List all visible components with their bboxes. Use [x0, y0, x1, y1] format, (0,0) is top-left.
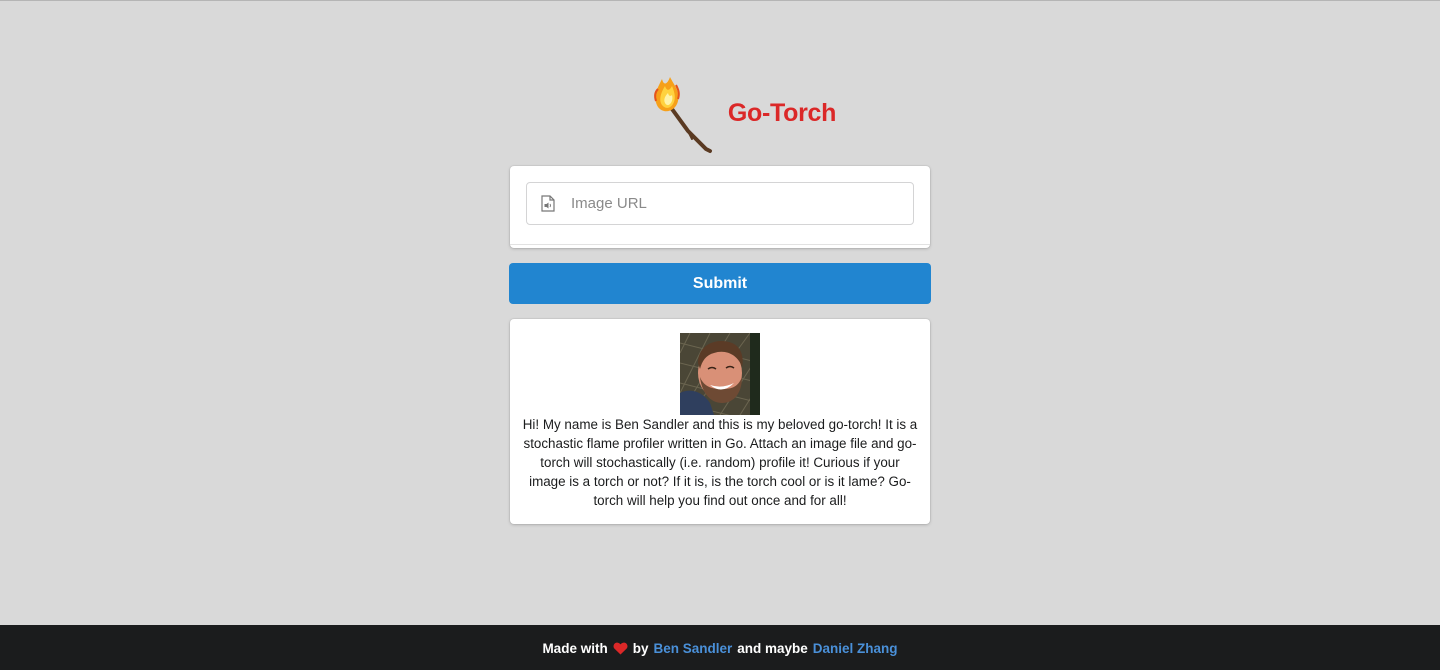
- author-link-ben-sandler[interactable]: Ben Sandler: [653, 641, 732, 656]
- image-url-field[interactable]: [526, 182, 914, 225]
- author-link-daniel-zhang[interactable]: Daniel Zhang: [813, 641, 898, 656]
- file-audio-icon: [541, 195, 555, 212]
- footer: Made with by Ben Sandler and maybe Danie…: [0, 625, 1440, 670]
- torch-icon: [654, 77, 712, 153]
- footer-and-maybe: and maybe: [737, 640, 808, 656]
- footer-by: by: [632, 640, 649, 656]
- header-brand: Go-Torch: [648, 71, 836, 155]
- card-divider: [510, 244, 930, 245]
- header: Go-Torch: [0, 71, 1440, 155]
- footer-made-with: Made with: [542, 640, 608, 656]
- app-title: Go-Torch: [727, 98, 837, 127]
- submit-button[interactable]: Submit: [509, 263, 931, 304]
- profile-photo: [680, 333, 760, 415]
- bio-text: Hi! My name is Ben Sandler and this is m…: [522, 417, 918, 508]
- heart-icon: [613, 642, 628, 655]
- image-url-input[interactable]: [571, 183, 891, 224]
- about-card: Hi! My name is Ben Sandler and this is m…: [510, 319, 930, 524]
- url-form-card: [510, 166, 930, 248]
